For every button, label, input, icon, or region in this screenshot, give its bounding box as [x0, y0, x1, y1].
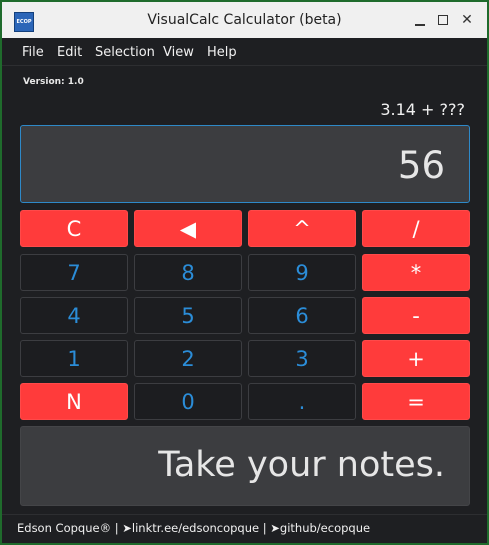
multiply-button[interactable]: * — [362, 254, 470, 291]
negate-button[interactable]: N — [20, 383, 128, 420]
result-display: 56 — [20, 125, 470, 203]
footer-credits[interactable]: Edson Copque® | ➤linktr.ee/edsoncopque |… — [17, 521, 370, 535]
menu-help[interactable]: Help — [207, 45, 237, 60]
digit-8-button[interactable]: 8 — [134, 254, 242, 291]
digit-7-button[interactable]: 7 — [20, 254, 128, 291]
digit-4-button[interactable]: 4 — [20, 297, 128, 334]
equals-button[interactable]: = — [362, 383, 470, 420]
backspace-button[interactable]: ◀ — [134, 210, 242, 247]
maximize-icon[interactable] — [433, 10, 453, 30]
calculator-window: ECOP VisualCalc Calculator (beta) ✕ File… — [2, 2, 487, 543]
clear-button[interactable]: C — [20, 210, 128, 247]
digit-0-button[interactable]: 0 — [134, 383, 242, 420]
notes-area[interactable]: Take your notes. — [20, 426, 470, 506]
menu-file[interactable]: File — [22, 45, 44, 60]
digit-5-button[interactable]: 5 — [134, 297, 242, 334]
digit-6-button[interactable]: 6 — [248, 297, 356, 334]
version-label: Version: 1.0 — [23, 77, 84, 87]
minimize-icon[interactable] — [410, 10, 430, 30]
close-icon[interactable]: ✕ — [457, 10, 477, 30]
digit-2-button[interactable]: 2 — [134, 340, 242, 377]
menu-edit[interactable]: Edit — [57, 45, 82, 60]
menu-bar: File Edit Selection View Help — [2, 38, 487, 66]
menu-view[interactable]: View — [163, 45, 194, 60]
power-button[interactable]: ^ — [248, 210, 356, 247]
result-value: 56 — [397, 144, 445, 187]
decimal-button[interactable]: . — [248, 383, 356, 420]
add-button[interactable]: + — [362, 340, 470, 377]
subtract-button[interactable]: - — [362, 297, 470, 334]
notes-text[interactable]: Take your notes. — [158, 445, 445, 485]
divide-button[interactable]: / — [362, 210, 470, 247]
digit-3-button[interactable]: 3 — [248, 340, 356, 377]
digit-1-button[interactable]: 1 — [20, 340, 128, 377]
expression-display: 3.14 + ??? — [380, 100, 465, 119]
menu-selection[interactable]: Selection — [95, 45, 155, 60]
status-footer: Edson Copque® | ➤linktr.ee/edsoncopque |… — [2, 514, 487, 543]
title-bar[interactable]: ECOP VisualCalc Calculator (beta) ✕ — [2, 2, 487, 38]
digit-9-button[interactable]: 9 — [248, 254, 356, 291]
